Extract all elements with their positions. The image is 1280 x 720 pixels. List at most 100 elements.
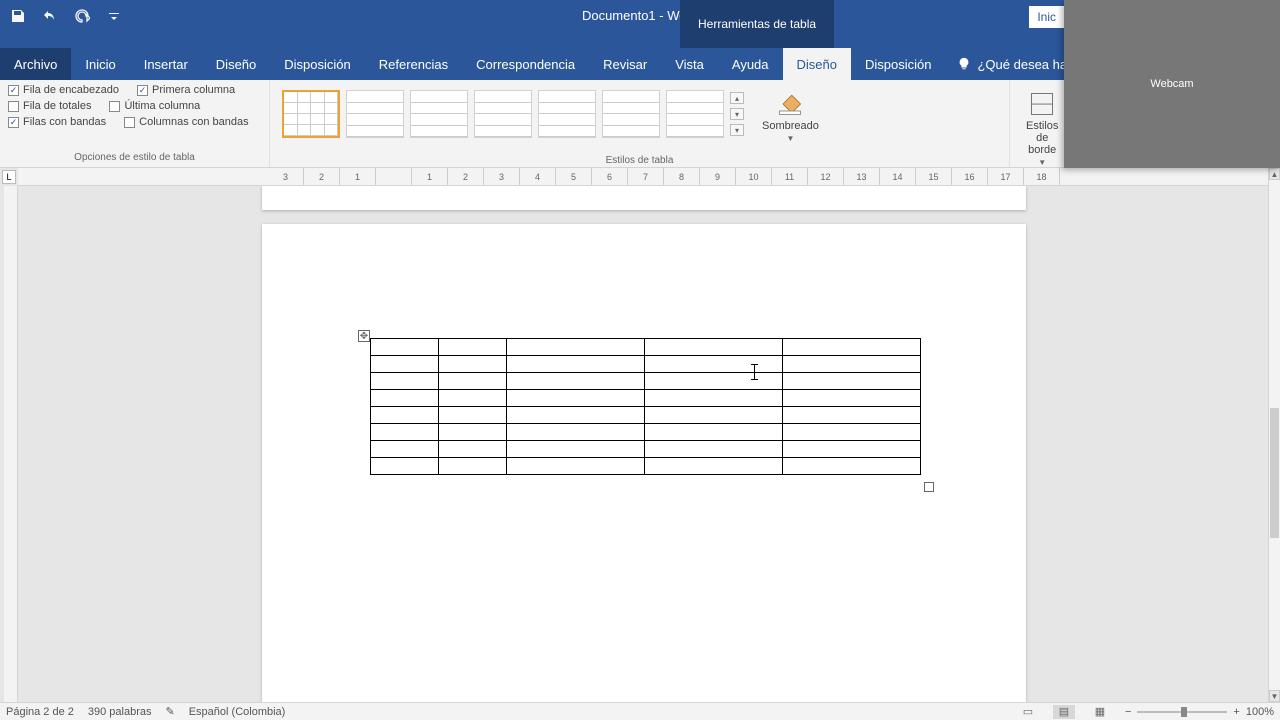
table-cell[interactable] [439,356,507,373]
status-page[interactable]: Página 2 de 2 [6,706,74,718]
table-cell[interactable] [439,441,507,458]
tab-layout[interactable]: Disposición [270,48,364,80]
view-web-layout-icon[interactable]: ▦ [1089,705,1111,719]
table-cell[interactable] [371,373,439,390]
redo-icon[interactable] [72,6,92,26]
tab-review[interactable]: Revisar [589,48,661,80]
check-last-column[interactable]: Última columna [109,100,200,112]
tab-references[interactable]: Referencias [365,48,462,80]
check-total-row[interactable]: Fila de totales [8,100,91,112]
table-cell[interactable] [783,407,921,424]
gallery-expand[interactable]: ▴▾▾ [730,90,744,138]
status-language[interactable]: Español (Colombia) [189,706,286,718]
border-styles-button[interactable]: Estilos de borde ▼ [1018,86,1066,171]
document-table[interactable] [370,338,921,475]
qat-customize-icon[interactable] [104,6,124,26]
table-cell[interactable] [371,390,439,407]
table-cell[interactable] [783,339,921,356]
table-cell[interactable] [507,458,645,475]
table-style-gallery[interactable]: ▴▾▾ [278,86,748,142]
table-style-thumb[interactable] [666,90,724,138]
tab-table-design[interactable]: Diseño [783,48,851,80]
check-header-row[interactable]: ✓Fila de encabezado [8,84,119,96]
zoom-out-button[interactable]: − [1125,706,1131,718]
tab-mailings[interactable]: Correspondencia [462,48,589,80]
table-cell[interactable] [645,424,783,441]
table-cell[interactable] [645,339,783,356]
table-style-thumb[interactable] [410,90,468,138]
table-cell[interactable] [783,424,921,441]
chevron-down-icon: ▼ [786,134,794,143]
vertical-scrollbar[interactable]: ▲ ▼ [1268,168,1280,702]
table-cell[interactable] [507,356,645,373]
zoom-slider[interactable] [1137,711,1227,713]
check-first-column[interactable]: ✓Primera columna [137,84,235,96]
scroll-thumb[interactable] [1270,408,1279,538]
save-icon[interactable] [8,6,28,26]
table-move-handle-icon[interactable]: ✥ [358,330,370,342]
table-cell[interactable] [507,407,645,424]
table-cell[interactable] [645,356,783,373]
table-cell[interactable] [439,458,507,475]
table-cell[interactable] [371,339,439,356]
tab-table-layout[interactable]: Disposición [851,48,945,80]
table-cell[interactable] [371,424,439,441]
table-cell[interactable] [371,356,439,373]
table-cell[interactable] [783,356,921,373]
proofing-icon[interactable]: ✎ [166,705,175,718]
table-style-thumb[interactable] [346,90,404,138]
horizontal-ruler[interactable]: 321123456789101112131415161718 [18,168,1268,186]
table-cell[interactable] [507,390,645,407]
tab-selector[interactable]: L [2,170,16,184]
page[interactable]: ✥ [262,224,1026,702]
table-cell[interactable] [507,441,645,458]
table-cell[interactable] [507,373,645,390]
tab-insert[interactable]: Insertar [130,48,202,80]
table-cell[interactable] [645,407,783,424]
table-cell[interactable] [439,407,507,424]
scroll-up-icon[interactable]: ▲ [1269,168,1280,180]
table-cell[interactable] [507,424,645,441]
table-cell[interactable] [439,373,507,390]
table-cell[interactable] [439,339,507,356]
tab-file[interactable]: Archivo [0,48,71,80]
zoom-value[interactable]: 100% [1246,706,1274,718]
scroll-down-icon[interactable]: ▼ [1269,690,1280,702]
zoom-in-button[interactable]: + [1233,706,1239,718]
zoom-slider-handle[interactable] [1181,707,1187,717]
view-print-layout-icon[interactable]: ▤ [1053,705,1075,719]
table-style-thumb[interactable] [538,90,596,138]
undo-icon[interactable] [40,6,60,26]
table-cell[interactable] [783,373,921,390]
table-cell[interactable] [371,407,439,424]
vertical-ruler[interactable] [4,186,18,702]
status-word-count[interactable]: 390 palabras [88,706,152,718]
tab-home[interactable]: Inicio [71,48,129,80]
view-read-mode-icon[interactable]: ▭ [1017,705,1039,719]
check-banded-rows[interactable]: ✓Filas con bandas [8,116,106,128]
table-cell[interactable] [645,390,783,407]
tab-view[interactable]: Vista [661,48,718,80]
table-resize-handle[interactable] [924,482,934,492]
table-cell[interactable] [439,424,507,441]
table-cell[interactable] [371,441,439,458]
table-cell[interactable] [507,339,645,356]
contextual-tab-label: Herramientas de tabla [680,0,834,48]
table-cell[interactable] [645,373,783,390]
table-cell[interactable] [645,441,783,458]
table-cell[interactable] [783,390,921,407]
table-cell[interactable] [371,458,439,475]
table-cell[interactable] [439,390,507,407]
tab-design[interactable]: Diseño [202,48,270,80]
shading-button[interactable]: Sombreado ▼ [754,86,827,147]
table-cell[interactable] [783,458,921,475]
tab-help[interactable]: Ayuda [718,48,783,80]
table-cell[interactable] [783,441,921,458]
table-style-thumb[interactable] [282,90,340,138]
group-label-style-options: Opciones de estilo de tabla [0,150,269,167]
signin-button[interactable]: Inic [1029,6,1064,28]
check-banded-columns[interactable]: Columnas con bandas [124,116,248,128]
table-style-thumb[interactable] [474,90,532,138]
table-cell[interactable] [645,458,783,475]
table-style-thumb[interactable] [602,90,660,138]
